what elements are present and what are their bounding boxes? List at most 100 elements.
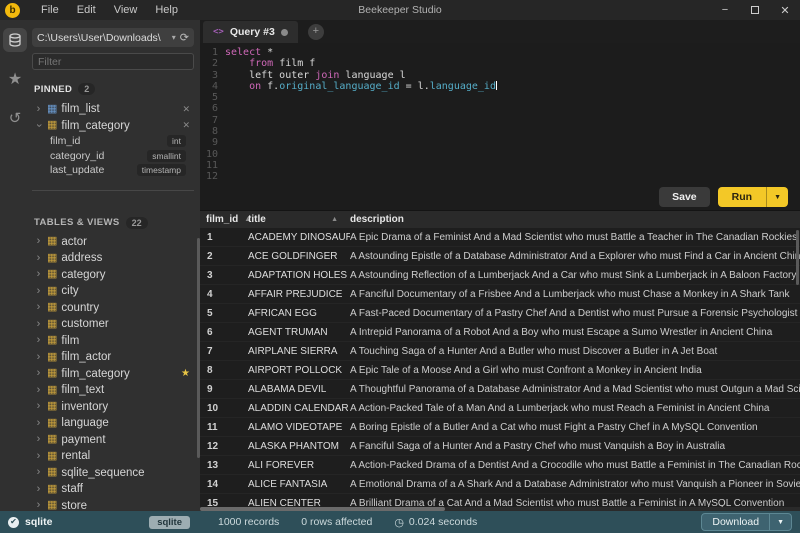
chevron-right-icon[interactable]: › bbox=[34, 434, 43, 445]
table-row[interactable]: 3ADAPTATION HOLESA Astounding Reflection… bbox=[200, 266, 800, 285]
sql-editor[interactable]: 123456789101112 select * from film f lef… bbox=[200, 43, 800, 184]
record-count: 1000 records bbox=[218, 516, 279, 528]
unpin-icon[interactable]: ✕ bbox=[182, 104, 190, 115]
tab-query-3[interactable]: <> Query #3 bbox=[203, 21, 298, 43]
table-row[interactable]: 2ACE GOLDFINGERA Astounding Epistle of a… bbox=[200, 247, 800, 266]
elapsed-time: ◷ 0.024 seconds bbox=[394, 516, 477, 529]
field-type-badge: timestamp bbox=[137, 164, 186, 176]
run-options-caret[interactable]: ▼ bbox=[766, 187, 788, 207]
close-icon[interactable]: ✕ bbox=[770, 0, 800, 20]
sidebar-item-address[interactable]: ›▦address bbox=[32, 250, 194, 267]
menu-help[interactable]: Help bbox=[146, 0, 187, 20]
field-row-last_update[interactable]: last_updatetimestamp bbox=[32, 163, 194, 178]
code-token: film f bbox=[273, 58, 315, 69]
table-row[interactable]: 1ACADEMY DINOSAURA Epic Drama of a Femin… bbox=[200, 228, 800, 247]
table-row[interactable]: 6AGENT TRUMANA Intrepid Panorama of a Ro… bbox=[200, 323, 800, 342]
column-header-description[interactable]: description bbox=[350, 214, 800, 225]
sidebar-item-rental[interactable]: ›▦rental bbox=[32, 448, 194, 465]
table-row[interactable]: 13ALI FOREVERA Action-Packed Drama of a … bbox=[200, 456, 800, 475]
cell-description: A Action-Packed Tale of a Man And a Lumb… bbox=[350, 403, 800, 414]
sidebar-item-city[interactable]: ›▦city bbox=[32, 283, 194, 300]
connection-dropdown[interactable]: C:\Users\User\Downloads\ ▾ ⟳ bbox=[32, 28, 194, 47]
table-row[interactable]: 10ALADDIN CALENDARA Action-Packed Tale o… bbox=[200, 399, 800, 418]
chevron-right-icon[interactable]: › bbox=[34, 484, 43, 495]
table-row[interactable]: 11ALAMO VIDEOTAPEA Boring Epistle of a B… bbox=[200, 418, 800, 437]
download-caret-icon[interactable]: ▼ bbox=[769, 514, 791, 530]
field-row-category_id[interactable]: category_idsmallint bbox=[32, 149, 194, 164]
chevron-right-icon[interactable]: › bbox=[34, 236, 43, 247]
field-row-film_id[interactable]: film_idint bbox=[32, 134, 194, 149]
run-button[interactable]: Run bbox=[718, 187, 766, 207]
sidebar-item-film[interactable]: ›▦film bbox=[32, 333, 194, 350]
chevron-right-icon[interactable]: › bbox=[34, 302, 43, 313]
sidebar-item-actor[interactable]: ›▦actor bbox=[32, 234, 194, 251]
cell-description: A Fanciful Documentary of a Frisbee And … bbox=[350, 289, 800, 300]
unpin-icon[interactable]: ✕ bbox=[182, 120, 190, 131]
sidebar-item-customer[interactable]: ›▦customer bbox=[32, 316, 194, 333]
sidebar-item-category[interactable]: ›▦category bbox=[32, 267, 194, 284]
column-header-film-id[interactable]: film_id ▲ bbox=[200, 214, 248, 225]
chevron-right-icon[interactable]: › bbox=[34, 253, 43, 264]
sidebar-item-staff[interactable]: ›▦staff bbox=[32, 481, 194, 498]
table-row[interactable]: 9ALABAMA DEVILA Thoughtful Panorama of a… bbox=[200, 380, 800, 399]
chevron-right-icon[interactable]: › bbox=[34, 401, 43, 412]
pinned-item-film-category[interactable]: › ▦ film_category ✕ bbox=[32, 118, 194, 135]
title-bar: b FileEditViewHelp Beekeeper Studio − ✕ bbox=[0, 0, 800, 20]
sidebar-item-country[interactable]: ›▦country bbox=[32, 300, 194, 317]
download-button[interactable]: Download ▼ bbox=[701, 513, 792, 531]
table-row[interactable]: 12ALASKA PHANTOMA Fanciful Saga of a Hun… bbox=[200, 437, 800, 456]
sidebar-item-film_category[interactable]: ›▦film_category★ bbox=[32, 366, 194, 383]
chevron-expanded-icon[interactable]: › bbox=[33, 121, 44, 130]
table-row[interactable]: 14ALICE FANTASIAA Emotional Drama of a A… bbox=[200, 475, 800, 494]
table-name: film bbox=[61, 335, 79, 347]
table-row[interactable]: 7AIRPLANE SIERRAA Touching Saga of a Hun… bbox=[200, 342, 800, 361]
table-name: country bbox=[61, 302, 99, 314]
code-line: on f.original_language_id = l.language_i… bbox=[225, 81, 497, 92]
menu-view[interactable]: View bbox=[105, 0, 147, 20]
menu-file[interactable]: File bbox=[32, 0, 68, 20]
pinned-star-icon[interactable]: ★ bbox=[181, 368, 190, 379]
history-icon[interactable]: ↺ bbox=[3, 106, 27, 130]
table-row[interactable]: 8AIRPORT POLLOCKA Epic Tale of a Moose A… bbox=[200, 361, 800, 380]
chevron-right-icon[interactable]: › bbox=[34, 286, 43, 297]
chevron-right-icon[interactable]: › bbox=[34, 104, 43, 115]
refresh-icon[interactable]: ⟳ bbox=[180, 31, 189, 44]
sidebar-item-language[interactable]: ›▦language bbox=[32, 415, 194, 432]
sidebar-item-inventory[interactable]: ›▦inventory bbox=[32, 399, 194, 416]
new-tab-button[interactable]: + bbox=[308, 24, 324, 40]
maximize-icon[interactable] bbox=[740, 0, 770, 20]
chevron-right-icon[interactable]: › bbox=[34, 319, 43, 330]
filter-input[interactable] bbox=[32, 53, 194, 70]
chevron-down-icon: ▾ bbox=[172, 33, 176, 42]
table-icon: ▦ bbox=[47, 253, 57, 264]
sidebar-item-film_text[interactable]: ›▦film_text bbox=[32, 382, 194, 399]
chevron-right-icon[interactable]: › bbox=[34, 335, 43, 346]
table-row[interactable]: 4AFFAIR PREJUDICEA Fanciful Documentary … bbox=[200, 285, 800, 304]
sidebar-item-payment[interactable]: ›▦payment bbox=[32, 432, 194, 449]
database-icon[interactable] bbox=[3, 28, 27, 52]
chevron-right-icon[interactable]: › bbox=[34, 352, 43, 363]
chevron-right-icon[interactable]: › bbox=[34, 385, 43, 396]
chevron-right-icon[interactable]: › bbox=[34, 418, 43, 429]
minimize-icon[interactable]: − bbox=[710, 0, 740, 20]
sql-code[interactable]: select * from film f left outer join lan… bbox=[218, 47, 497, 184]
menu-edit[interactable]: Edit bbox=[68, 0, 105, 20]
results-vertical-scrollbar[interactable] bbox=[796, 230, 799, 285]
results-horizontal-scrollbar[interactable] bbox=[200, 507, 445, 511]
line-number: 6 bbox=[200, 103, 218, 114]
table-row[interactable]: 5AFRICAN EGGA Fast-Paced Documentary of … bbox=[200, 304, 800, 323]
column-header-title[interactable]: title ▲ bbox=[248, 214, 350, 225]
main-pane: <> Query #3 + 123456789101112 select * f… bbox=[200, 20, 800, 511]
sidebar-item-store[interactable]: ›▦store bbox=[32, 498, 194, 512]
chevron-right-icon[interactable]: › bbox=[34, 269, 43, 280]
pinned-item-film-list[interactable]: › ▦ film_list ✕ bbox=[32, 101, 194, 118]
status-bar: ✔ sqlite sqlite 1000 records 0 rows affe… bbox=[0, 511, 800, 533]
chevron-right-icon[interactable]: › bbox=[34, 451, 43, 462]
chevron-right-icon[interactable]: › bbox=[34, 467, 43, 478]
save-button[interactable]: Save bbox=[659, 187, 710, 207]
sidebar-item-sqlite_sequence[interactable]: ›▦sqlite_sequence bbox=[32, 465, 194, 482]
sidebar-item-film_actor[interactable]: ›▦film_actor bbox=[32, 349, 194, 366]
favorites-icon[interactable]: ★ bbox=[3, 67, 27, 91]
chevron-right-icon[interactable]: › bbox=[34, 368, 43, 379]
chevron-right-icon[interactable]: › bbox=[34, 500, 43, 511]
